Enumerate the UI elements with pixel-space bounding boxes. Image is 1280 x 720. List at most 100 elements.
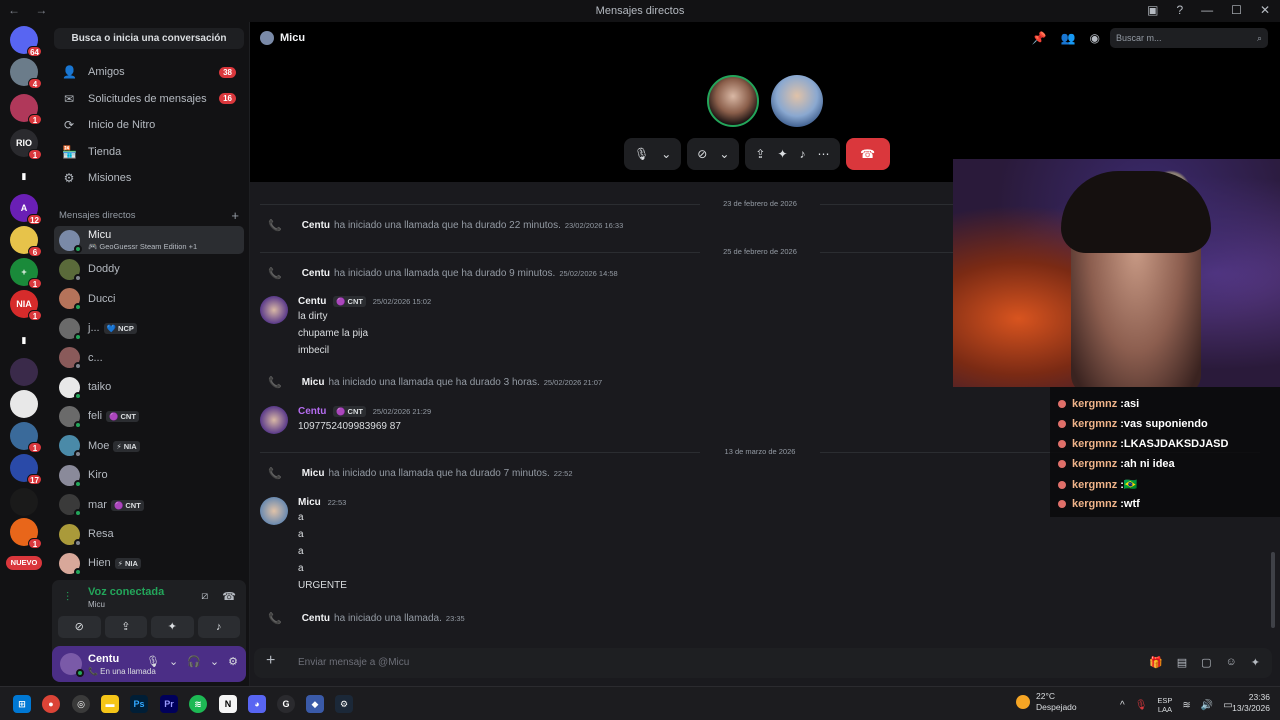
nav-item[interactable]: ⟳ Inicio de Nitro (54, 113, 244, 137)
server-icon[interactable]: 1 (10, 94, 42, 125)
server-icon[interactable]: ▮ (10, 162, 38, 190)
more-icon[interactable]: ⋯ (818, 147, 830, 161)
server-icon[interactable]: 17 (10, 454, 42, 485)
dm-item[interactable]: taiko (54, 373, 244, 401)
nav-item[interactable]: ✉ Solicitudes de mensajes 16 (54, 87, 244, 111)
mic-icon[interactable]: 🎙 (146, 655, 160, 668)
weather-widget[interactable]: 22°C Despejado (1016, 691, 1077, 713)
camera-toggle[interactable]: ⊘ ⌄ (687, 138, 740, 170)
new-dm-plus-icon[interactable]: + (231, 208, 239, 223)
maximize-button[interactable]: ☐ (1231, 3, 1242, 17)
server-icon[interactable] (10, 390, 38, 418)
app-icon[interactable]: G (277, 695, 295, 713)
file-explorer-icon[interactable]: ▬ (101, 695, 119, 713)
search-input[interactable]: Buscar m... ⌕ (1110, 28, 1268, 48)
server-icon[interactable] (10, 488, 38, 516)
profile-icon[interactable]: ◉ (1090, 31, 1100, 45)
gif-icon[interactable]: ▤ (1177, 656, 1187, 669)
dm-item[interactable]: Micu 🎮 GeoGuessr Steam Edition +1 (54, 226, 244, 254)
end-call-button[interactable]: ☎ (845, 138, 890, 170)
server-icon[interactable]: ▮ (10, 326, 38, 354)
author-avatar[interactable] (260, 497, 288, 525)
volume-icon[interactable]: 🔊 (1201, 700, 1213, 711)
add-friends-icon[interactable]: 👥 (1061, 31, 1076, 45)
apps-icon[interactable]: ✦ (1251, 656, 1260, 669)
dm-item[interactable]: Doddy (54, 255, 244, 283)
disconnect-icon[interactable]: ☎ (222, 590, 236, 603)
voice-channel[interactable]: Micu (88, 600, 105, 609)
author-name[interactable]: Micu (298, 497, 321, 508)
discord-icon[interactable]: ◕ (248, 695, 266, 713)
attach-plus-icon[interactable]: + (266, 652, 275, 670)
emoji-icon[interactable]: ☺ (1226, 656, 1237, 669)
scrollbar[interactable] (1271, 552, 1275, 628)
dm-item[interactable]: mar 🟣 CNT (54, 491, 244, 519)
user-avatar[interactable] (60, 653, 84, 677)
start-icon[interactable]: ⊞ (13, 695, 31, 713)
guild-tag[interactable]: 🟣 CNT (333, 296, 366, 307)
chevron-down-icon[interactable]: ⌄ (169, 655, 178, 668)
minimize-button[interactable]: — (1201, 3, 1213, 17)
share-screen-icon[interactable]: ⇪ (755, 147, 765, 161)
clock[interactable]: 23:36 13/3/2026 (1232, 692, 1270, 714)
notion-icon[interactable]: N (219, 695, 237, 713)
server-icon[interactable]: 1 (10, 518, 42, 549)
spotify-icon[interactable]: ≋ (189, 695, 207, 713)
app-icon[interactable]: ◆ (306, 695, 324, 713)
dm-item[interactable]: feli 🟣 CNT (54, 402, 244, 430)
new-badge[interactable]: NUEVO (6, 556, 42, 570)
dm-item[interactable]: Moe ⚡ NIA (54, 432, 244, 460)
dm-item[interactable]: Hien ⚡ NIA (54, 549, 244, 577)
steam-icon[interactable]: ⚙ (335, 695, 353, 713)
settings-gear-icon[interactable]: ⚙ (228, 655, 238, 668)
find-conversation-button[interactable]: Busca o inicia una conversación (54, 28, 244, 49)
inbox-icon[interactable]: ▣ (1147, 3, 1158, 17)
author-name[interactable]: Centu (298, 406, 326, 417)
mic-icon[interactable]: 🎙 (1135, 700, 1148, 711)
noise-suppression-icon[interactable]: ⧄ (201, 590, 208, 603)
server-icon[interactable]: NIA 1 (10, 290, 42, 321)
chevron-down-icon[interactable]: ⌄ (661, 147, 671, 161)
server-icon[interactable]: 64 (10, 26, 42, 57)
server-icon[interactable]: 4 (10, 58, 42, 89)
wifi-icon[interactable]: ≋ (1182, 700, 1190, 711)
pin-icon[interactable]: 📌 (1032, 31, 1047, 45)
headphones-icon[interactable]: 🎧 (187, 655, 201, 668)
language-indicator[interactable]: ESP LAA (1157, 696, 1172, 714)
mic-toggle[interactable]: 🎙 ⌄ (624, 138, 682, 170)
nav-item[interactable]: 🏪 Tienda (54, 140, 244, 164)
username[interactable]: Centu (88, 653, 119, 665)
server-icon[interactable]: 1 (10, 422, 42, 453)
activities-icon[interactable]: ✦ (777, 147, 787, 161)
chevron-down-icon[interactable]: ⌄ (719, 147, 729, 161)
sticker-icon[interactable]: ▢ (1201, 656, 1211, 669)
author-avatar[interactable] (260, 406, 288, 434)
signal-icon[interactable]: ⫶ (66, 590, 69, 605)
help-icon[interactable]: ? (1176, 3, 1183, 17)
gift-icon[interactable]: 🎁 (1149, 656, 1163, 669)
author-avatar[interactable] (260, 296, 288, 324)
premiere-icon[interactable]: Pr (160, 695, 178, 713)
message-input[interactable]: Enviar mensaje a @Micu (298, 657, 409, 668)
soundboard-icon[interactable]: ♪ (800, 147, 806, 161)
dm-item[interactable]: Kiro (54, 461, 244, 489)
dm-item[interactable]: c... (54, 344, 244, 372)
obs-icon[interactable]: ◎ (72, 695, 90, 713)
nav-item[interactable]: 👤 Amigos 38 (54, 60, 244, 84)
nav-item[interactable]: ⚙ Misiones (54, 166, 244, 190)
server-icon[interactable]: 6 (10, 226, 42, 257)
chevron-down-icon[interactable]: ⌄ (210, 655, 219, 668)
author-name[interactable]: Centu (298, 296, 326, 307)
server-icon[interactable]: +1 (10, 258, 42, 289)
dm-item[interactable]: Ducci (54, 285, 244, 313)
chrome-icon[interactable]: ● (42, 695, 60, 713)
photoshop-icon[interactable]: Ps (130, 695, 148, 713)
server-icon[interactable] (10, 358, 38, 386)
share-screen-button[interactable]: ⇪ (104, 616, 147, 638)
activities-button[interactable]: ✦ (151, 616, 194, 638)
server-icon[interactable]: RIO 1 (10, 129, 42, 160)
camera-off-button[interactable]: ⊘ (58, 616, 101, 638)
call-participant-micu[interactable] (771, 75, 823, 127)
dm-item[interactable]: Resa (54, 520, 244, 548)
soundboard-button[interactable]: ♪ (197, 616, 240, 638)
